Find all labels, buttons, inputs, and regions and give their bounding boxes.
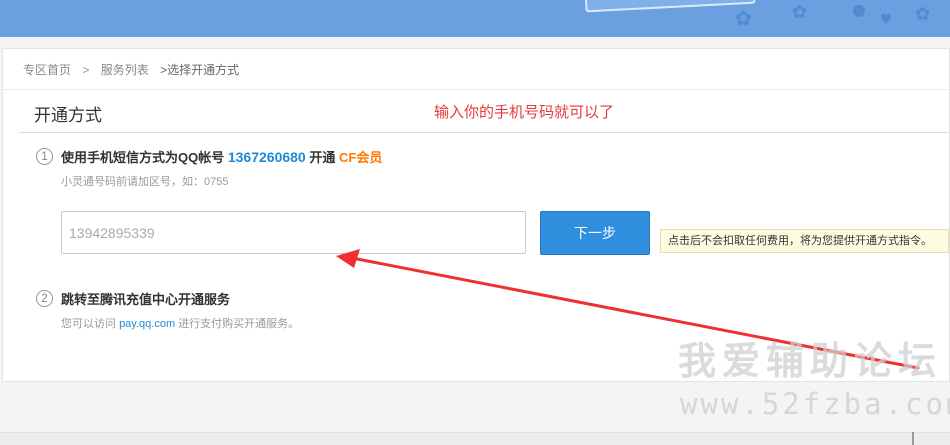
recharge-center-hint: 您可以访问 pay.qq.com 进行支付购买开通服务。 bbox=[61, 315, 299, 331]
breadcrumb-service-list-link[interactable]: 服务列表 bbox=[101, 63, 149, 77]
step-2-heading: 跳转至腾讯充值中心开通服务 bbox=[61, 292, 231, 307]
breadcrumb: 专区首页 > 服务列表 >选择开通方式 bbox=[23, 61, 255, 78]
bottom-marker bbox=[912, 432, 914, 445]
watermark-url: www.52fzba.com bbox=[680, 387, 950, 421]
breadcrumb-current: >选择开通方式 bbox=[160, 63, 247, 77]
next-step-button[interactable]: 下一步 bbox=[540, 211, 650, 255]
paw-icon: ✿ bbox=[792, 2, 808, 23]
next-step-tooltip: 点击后不会扣取任何费用，将为您提供开通方式指令。 bbox=[660, 229, 949, 253]
paw-icon: ✿ bbox=[915, 4, 931, 25]
title-divider bbox=[19, 132, 949, 133]
watermark-title: 我爱辅助论坛 bbox=[678, 339, 943, 383]
breadcrumb-divider bbox=[3, 89, 949, 90]
dot-icon: ● bbox=[852, 0, 866, 19]
banner-card-decoration bbox=[584, 0, 756, 13]
breadcrumb-separator: > bbox=[82, 63, 90, 77]
step-1-number: 1 bbox=[36, 148, 53, 165]
tooltip-arrow bbox=[661, 235, 666, 247]
breadcrumb-current-label: 选择开通方式 bbox=[167, 63, 240, 77]
tooltip-text: 点击后不会扣取任何费用，将为您提供开通方式指令。 bbox=[668, 235, 932, 247]
paw-icon: ✿ bbox=[735, 6, 752, 30]
step-1-text-middle: 开通 bbox=[309, 150, 336, 165]
phone-number-input[interactable] bbox=[61, 211, 526, 254]
step-2-hint-prefix: 您可以访问 bbox=[61, 318, 116, 330]
heart-icon: ♥ bbox=[880, 12, 893, 28]
top-banner: ✿ ✿ ● ♥ ✿ bbox=[0, 0, 950, 37]
qq-account-number: 1367260680 bbox=[227, 149, 306, 165]
pay-qq-link[interactable]: pay.qq.com bbox=[119, 318, 175, 330]
area-code-hint: 小灵通号码前请加区号，如：0755 bbox=[61, 176, 229, 188]
breadcrumb-home-link[interactable]: 专区首页 bbox=[23, 63, 71, 77]
step-2-hint-suffix: 进行支付购买开通服务。 bbox=[178, 318, 300, 330]
red-annotation-text: 输入你的手机号码就可以了 bbox=[434, 104, 615, 121]
page-title: 开通方式 bbox=[34, 106, 102, 125]
step-1-heading: 使用手机短信方式为QQ帐号 1367260680 开通 CF会员 bbox=[61, 147, 382, 166]
bottom-strip bbox=[0, 432, 950, 445]
step-2-number: 2 bbox=[36, 290, 53, 307]
step-1-text: 使用手机短信方式为QQ帐号 bbox=[61, 150, 225, 165]
member-type: CF会员 bbox=[339, 150, 383, 165]
